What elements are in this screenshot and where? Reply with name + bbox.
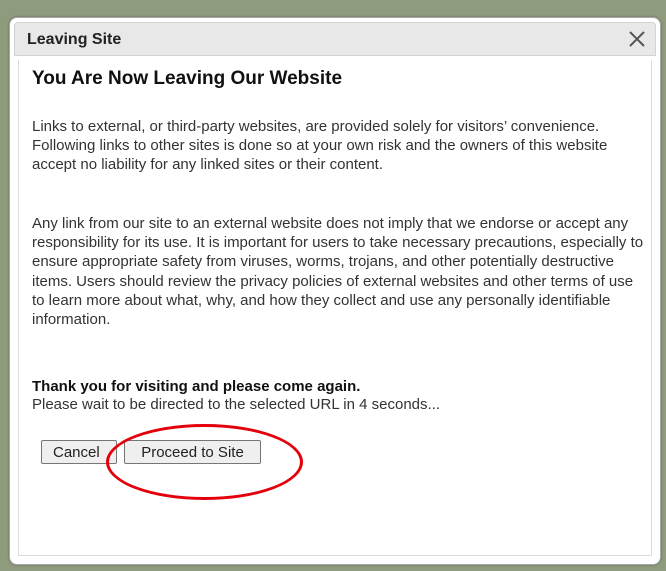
proceed-to-site-button[interactable]: Proceed to Site <box>124 440 261 464</box>
cancel-button[interactable]: Cancel <box>41 440 117 464</box>
close-button[interactable] <box>623 25 651 53</box>
dialog-titlebar[interactable]: Leaving Site <box>14 22 656 56</box>
redirect-countdown: Please wait to be directed to the select… <box>32 396 441 413</box>
leaving-site-dialog: Leaving Site You Are Now Leaving Our Web… <box>9 17 661 565</box>
dialog-title: Leaving Site <box>27 31 122 48</box>
disclaimer-paragraph-2: Any link from our site to an external we… <box>32 215 644 329</box>
thanks-message: Thank you for visiting and please come a… <box>32 378 361 395</box>
disclaimer-paragraph-1: Links to external, or third-party websit… <box>32 118 608 174</box>
dialog-heading: You Are Now Leaving Our Website <box>32 68 343 89</box>
close-icon <box>629 31 645 47</box>
